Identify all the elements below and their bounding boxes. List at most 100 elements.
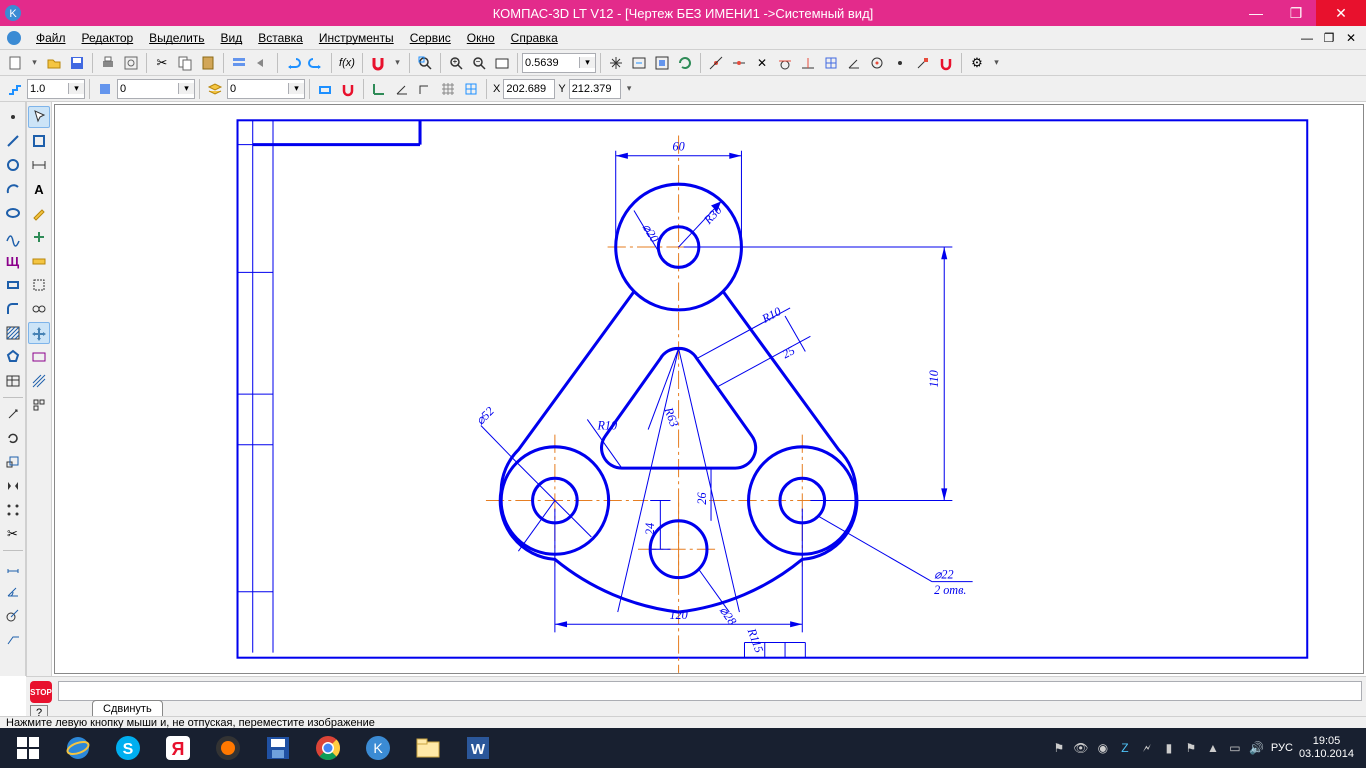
- select-tab-icon[interactable]: [28, 274, 50, 296]
- dim-radial-icon[interactable]: [2, 604, 24, 626]
- mdi-restore[interactable]: ❐: [1318, 31, 1340, 45]
- menu-tools[interactable]: Инструменты: [311, 28, 402, 48]
- zoom-input[interactable]: [523, 54, 579, 72]
- coord-x-input[interactable]: [503, 79, 555, 99]
- geom-tab-icon[interactable]: [28, 130, 50, 152]
- views-tab-icon[interactable]: [28, 394, 50, 416]
- cursor-icon[interactable]: [28, 106, 50, 128]
- tray-lang[interactable]: РУС: [1271, 742, 1293, 754]
- edit-trim-icon[interactable]: ✂: [2, 523, 24, 545]
- task-ie-icon[interactable]: [54, 729, 102, 767]
- save-button[interactable]: [66, 52, 88, 74]
- zoom-prev-button[interactable]: [628, 52, 650, 74]
- geom-table-icon[interactable]: [2, 370, 24, 392]
- geom-line-icon[interactable]: [2, 130, 24, 152]
- edit-move-icon[interactable]: [2, 403, 24, 425]
- menu-service[interactable]: Сервис: [402, 28, 459, 48]
- paste-button[interactable]: [197, 52, 219, 74]
- zoom-all-button[interactable]: [651, 52, 673, 74]
- task-yandex-icon[interactable]: Я: [154, 729, 202, 767]
- menu-file[interactable]: Файл: [28, 28, 74, 48]
- preview-button[interactable]: [120, 52, 142, 74]
- snap-near-icon[interactable]: [705, 52, 727, 74]
- task-save-icon[interactable]: [254, 729, 302, 767]
- task-chrome-icon[interactable]: [304, 729, 352, 767]
- snap-mid-icon[interactable]: [728, 52, 750, 74]
- tray-z-icon[interactable]: Z: [1117, 740, 1133, 756]
- tray-battery-icon[interactable]: 🗲: [1139, 740, 1155, 756]
- task-word-icon[interactable]: W: [454, 729, 502, 767]
- print-button[interactable]: [97, 52, 119, 74]
- coord-dd[interactable]: ▾: [622, 78, 637, 100]
- open-button[interactable]: [43, 52, 65, 74]
- geom-point-icon[interactable]: [2, 106, 24, 128]
- minimize-button[interactable]: —: [1236, 0, 1276, 26]
- tray-flag-icon[interactable]: ⚑: [1051, 740, 1067, 756]
- geom-circle-icon[interactable]: [2, 154, 24, 176]
- geom-fillet-icon[interactable]: [2, 298, 24, 320]
- menu-insert[interactable]: Вставка: [250, 28, 311, 48]
- fx-button[interactable]: f(x): [336, 52, 358, 74]
- task-avast-icon[interactable]: [204, 729, 252, 767]
- assoc-tab-icon[interactable]: [28, 298, 50, 320]
- snap-opts-dd[interactable]: ▾: [989, 52, 1004, 74]
- pan-tool-icon[interactable]: [28, 322, 50, 344]
- maximize-button[interactable]: ❐: [1276, 0, 1316, 26]
- snap-grid-icon[interactable]: [820, 52, 842, 74]
- angle-lock-icon[interactable]: [414, 78, 436, 100]
- layer-input[interactable]: [228, 80, 288, 98]
- geom-rect-icon[interactable]: [2, 274, 24, 296]
- zoom-combo[interactable]: ▾: [522, 53, 596, 73]
- zoom-window-button[interactable]: [414, 52, 436, 74]
- menu-window[interactable]: Окно: [459, 28, 503, 48]
- snap-magnet-icon[interactable]: [935, 52, 957, 74]
- snap-opts-icon[interactable]: ⚙: [966, 52, 988, 74]
- lcs2-icon[interactable]: [391, 78, 413, 100]
- geom-arc-icon[interactable]: [2, 178, 24, 200]
- snap-toggle-icon[interactable]: [337, 78, 359, 100]
- properties-button[interactable]: [228, 52, 250, 74]
- menu-select[interactable]: Выделить: [141, 28, 212, 48]
- local-grid-icon[interactable]: [460, 78, 482, 100]
- param-tab-icon[interactable]: [28, 226, 50, 248]
- measure-tab-icon[interactable]: [28, 250, 50, 272]
- new-button[interactable]: [4, 52, 26, 74]
- redo-button[interactable]: [305, 52, 327, 74]
- tray-volume-icon[interactable]: 🔊: [1249, 740, 1265, 756]
- zoom-in-button[interactable]: +: [445, 52, 467, 74]
- dim-tab-icon[interactable]: [28, 154, 50, 176]
- step-input[interactable]: [28, 80, 68, 98]
- close-button[interactable]: ✕: [1316, 0, 1366, 26]
- pan-button[interactable]: [605, 52, 627, 74]
- stop-button[interactable]: STOP: [30, 681, 52, 703]
- tray-action-icon[interactable]: ⚑: [1183, 740, 1199, 756]
- edit-mirror-icon[interactable]: [2, 475, 24, 497]
- ortho-icon[interactable]: [314, 78, 336, 100]
- cut-button[interactable]: ✂: [151, 52, 173, 74]
- menu-help[interactable]: Справка: [503, 28, 566, 48]
- edit-scale-icon[interactable]: [2, 451, 24, 473]
- zoom-dd[interactable]: ▾: [579, 57, 595, 68]
- magnet-button[interactable]: [367, 52, 389, 74]
- tray-eye-icon[interactable]: 👁: [1073, 740, 1089, 756]
- snap-cross-icon[interactable]: ✕: [751, 52, 773, 74]
- coord-y-input[interactable]: [569, 79, 621, 99]
- lcs-icon[interactable]: [368, 78, 390, 100]
- copy-button[interactable]: [174, 52, 196, 74]
- snap-tangent-icon[interactable]: [774, 52, 796, 74]
- tray-up-icon[interactable]: ▲: [1205, 740, 1221, 756]
- zoom-out-button[interactable]: −: [468, 52, 490, 74]
- zoom-fit-button[interactable]: [491, 52, 513, 74]
- dim-angular-icon[interactable]: [2, 580, 24, 602]
- style-combo[interactable]: ▾: [117, 79, 195, 99]
- step-icon[interactable]: [4, 78, 26, 100]
- tray-shield-icon[interactable]: ◉: [1095, 740, 1111, 756]
- edit-rotate-icon[interactable]: [2, 427, 24, 449]
- layer-combo[interactable]: ▾: [227, 79, 305, 99]
- layer-icon[interactable]: [204, 78, 226, 100]
- cmd-input[interactable]: [58, 681, 1362, 701]
- dim-linear-icon[interactable]: [2, 556, 24, 578]
- copy-props-button[interactable]: [251, 52, 273, 74]
- geom-polygon-icon[interactable]: [2, 346, 24, 368]
- magnet-dd[interactable]: ▾: [390, 52, 405, 74]
